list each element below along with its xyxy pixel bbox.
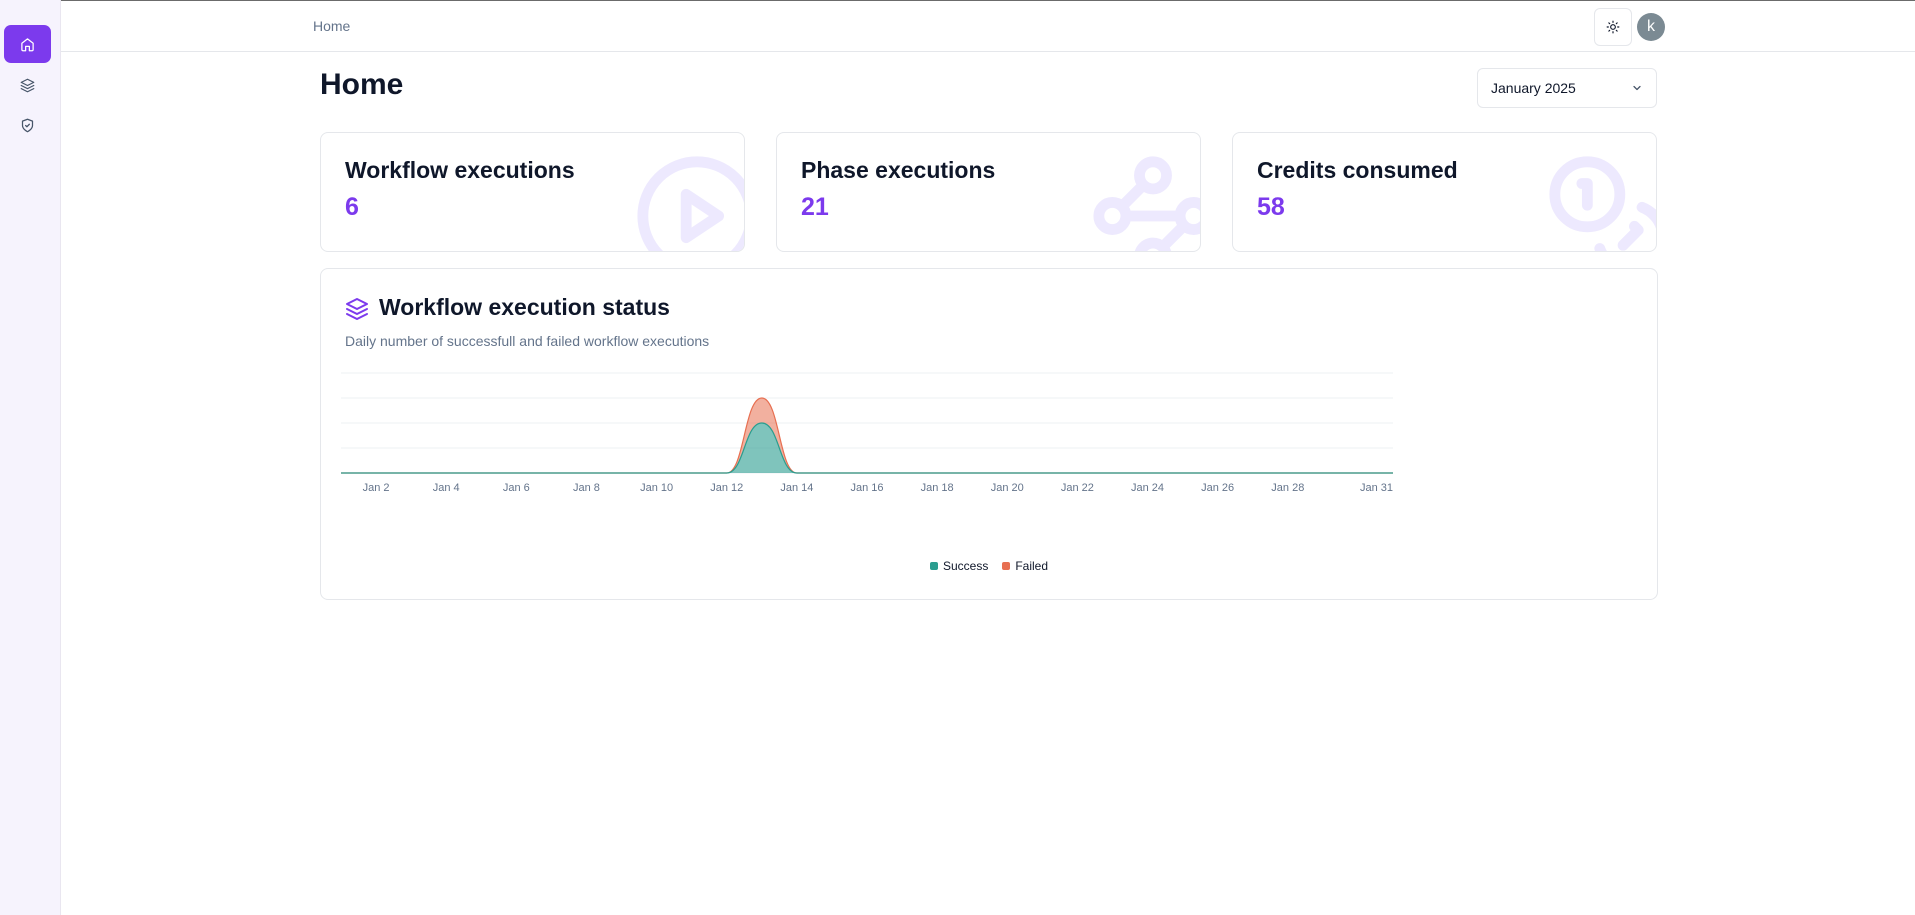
page-title: Home <box>320 68 404 101</box>
series-line-failed <box>341 397 1393 474</box>
sidebar <box>0 0 61 915</box>
x-tick-label: Jan 24 <box>1131 482 1164 494</box>
x-tick-label: Jan 10 <box>640 482 673 494</box>
period-select-value: January 2025 <box>1491 80 1576 96</box>
waypoints-icon <box>1093 156 1200 251</box>
x-tick-label: Jan 22 <box>1061 482 1094 494</box>
sun-icon <box>1606 20 1620 34</box>
legend-label-success: Success <box>942 559 989 573</box>
execution-status-chart: Jan 2 Jan 4 Jan 6 Jan 8 Jan 10 Jan 12 Jan 14 Ja… <box>341 372 1393 494</box>
coins-icon <box>1549 156 1656 251</box>
x-tick-label: Jan 16 <box>850 482 883 494</box>
legend-label-failed: Failed <box>1015 559 1049 573</box>
home-icon <box>21 37 34 51</box>
series-area-failed <box>341 398 1393 473</box>
stat-value: 58 <box>1257 193 1285 221</box>
chart-legend: Success Failed <box>321 559 1657 573</box>
stat-card-phase-executions: Phase executions 21 <box>776 132 1201 252</box>
layers-icon <box>20 78 35 92</box>
legend-swatch-failed <box>1002 562 1011 570</box>
period-select[interactable]: January 2025 <box>1477 68 1657 108</box>
x-tick-label: Jan 6 <box>503 482 530 494</box>
stat-card-credits-consumed: Credits consumed 58 <box>1232 132 1657 252</box>
x-tick-label: Jan 8 <box>573 482 600 494</box>
x-tick-label: Jan 2 <box>363 482 390 494</box>
circle-play-icon <box>637 156 744 251</box>
legend-item-success[interactable]: Success <box>929 559 989 573</box>
nav-credentials-button[interactable] <box>4 106 51 144</box>
chevron-down-icon <box>1633 85 1641 91</box>
stat-value: 6 <box>345 193 359 221</box>
breadcrumb[interactable]: Home <box>313 18 350 34</box>
x-tick-label: Jan 4 <box>433 482 460 494</box>
legend-item-failed[interactable]: Failed <box>1002 559 1048 573</box>
stat-card-workflow-executions: Workflow executions 6 <box>320 132 745 252</box>
user-avatar[interactable]: k <box>1637 13 1665 41</box>
x-tick-label: Jan 12 <box>710 482 743 494</box>
x-tick-label: Jan 26 <box>1201 482 1234 494</box>
top-bar: Home k <box>61 0 1915 52</box>
x-tick-label: Jan 18 <box>921 482 954 494</box>
x-tick-label: Jan 20 <box>991 482 1024 494</box>
execution-status-chart-card: Workflow execution status Daily number o… <box>320 268 1658 600</box>
stat-label: Workflow executions <box>345 157 575 183</box>
shield-check-icon <box>21 118 34 132</box>
stat-label: Credits consumed <box>1257 157 1458 183</box>
x-tick-label: Jan 28 <box>1271 482 1304 494</box>
nav-home-button[interactable] <box>4 25 51 63</box>
stat-value: 21 <box>801 193 829 221</box>
nav-workflows-button[interactable] <box>4 66 51 104</box>
legend-swatch-success <box>929 562 938 570</box>
x-tick-label: Jan 31 <box>1360 482 1393 494</box>
x-tick-label: Jan 14 <box>780 482 813 494</box>
theme-toggle-button[interactable] <box>1594 8 1632 46</box>
stat-label: Phase executions <box>801 157 996 183</box>
